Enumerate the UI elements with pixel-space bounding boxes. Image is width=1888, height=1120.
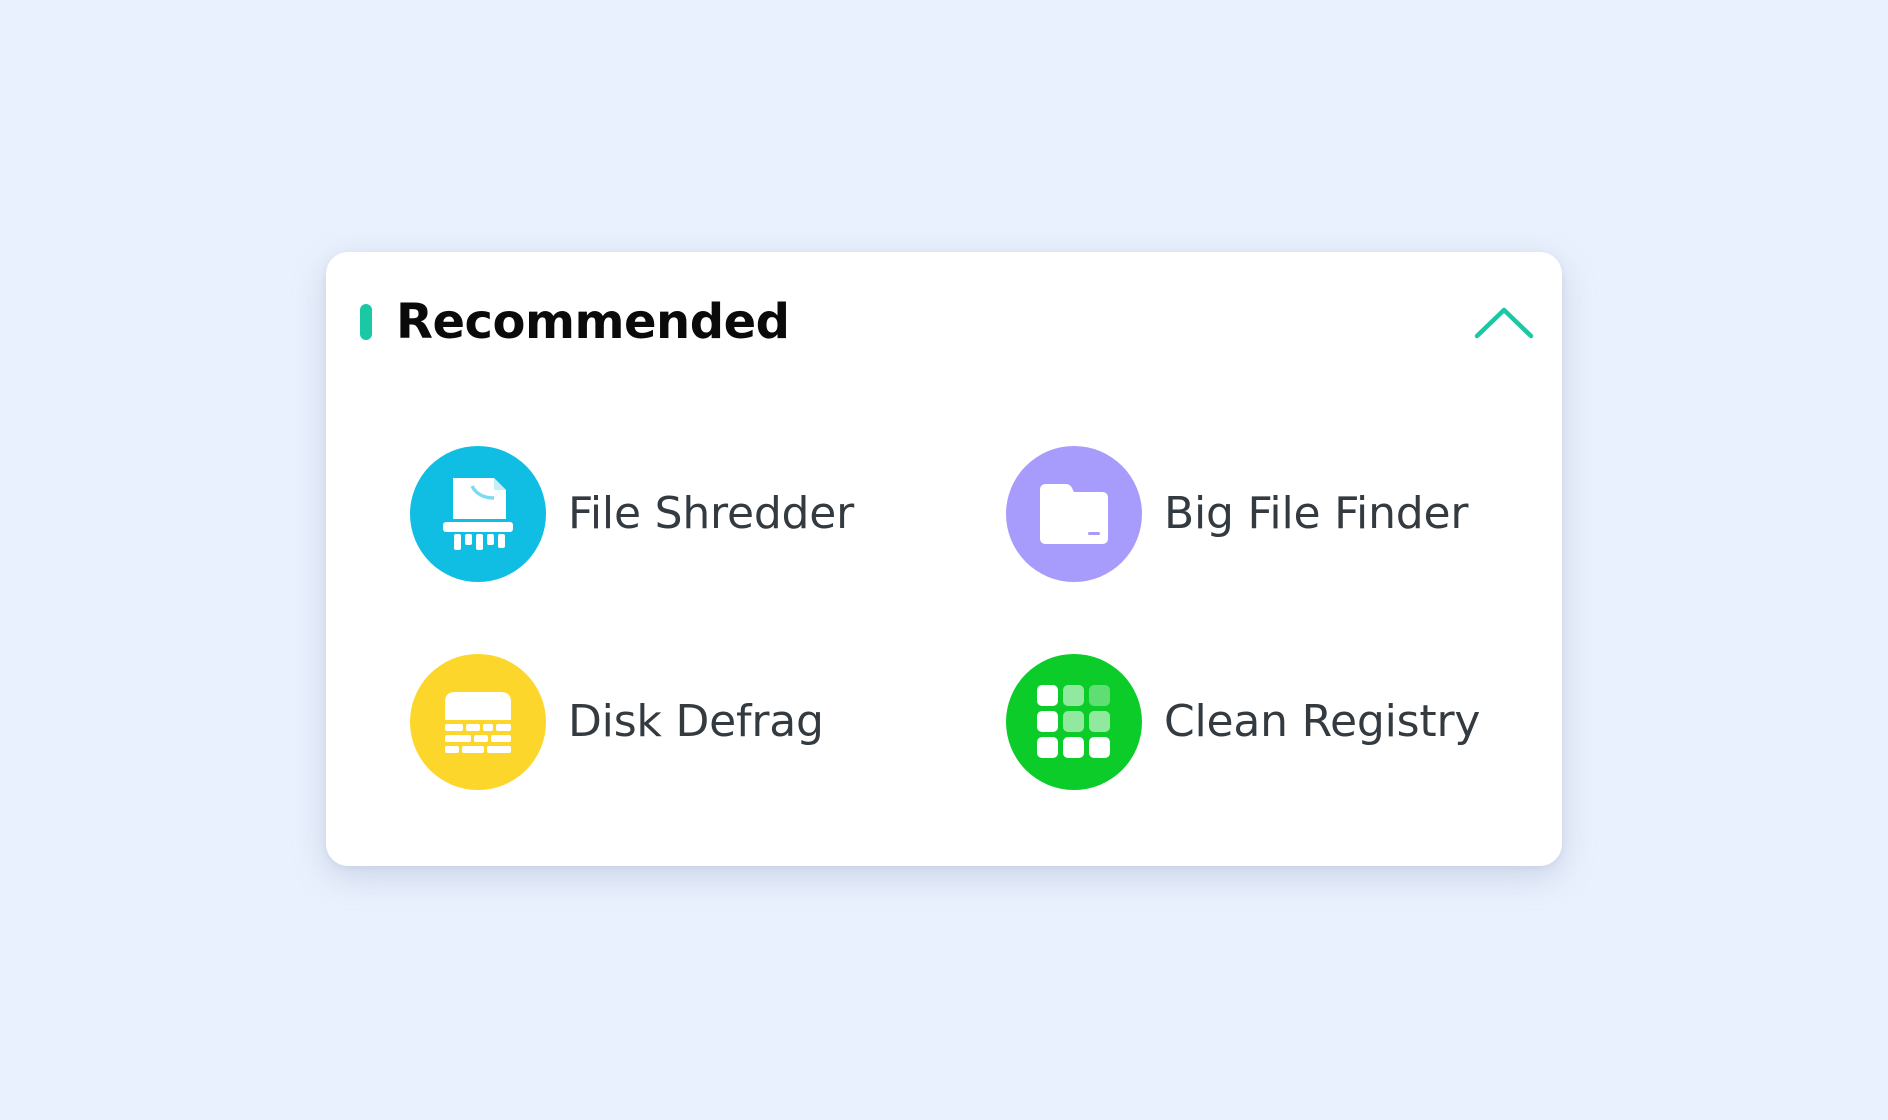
tool-file-shredder[interactable]: File Shredder [410, 444, 854, 584]
tool-big-file-finder[interactable]: Big File Finder [1006, 444, 1468, 584]
tool-label: Clean Registry [1164, 696, 1481, 747]
tool-disk-defrag[interactable]: Disk Defrag [410, 652, 824, 792]
file-shredder-icon [443, 478, 513, 550]
folder-icon [1040, 484, 1108, 544]
tool-label: File Shredder [568, 488, 855, 539]
tool-grid: File Shredder Big File Finder Disk Defra… [326, 252, 1562, 866]
registry-grid-icon [1037, 685, 1110, 758]
tool-clean-registry[interactable]: Clean Registry [1006, 652, 1480, 792]
tool-label: Big File Finder [1164, 488, 1469, 539]
disk-defrag-icon [445, 692, 511, 753]
file-shredder-icon-badge [410, 446, 546, 582]
tool-label: Disk Defrag [568, 696, 824, 747]
recommended-panel: Recommended File Shredder Big File Finde… [326, 252, 1562, 866]
registry-icon-badge [1006, 654, 1142, 790]
folder-icon-badge [1006, 446, 1142, 582]
disk-defrag-icon-badge [410, 654, 546, 790]
